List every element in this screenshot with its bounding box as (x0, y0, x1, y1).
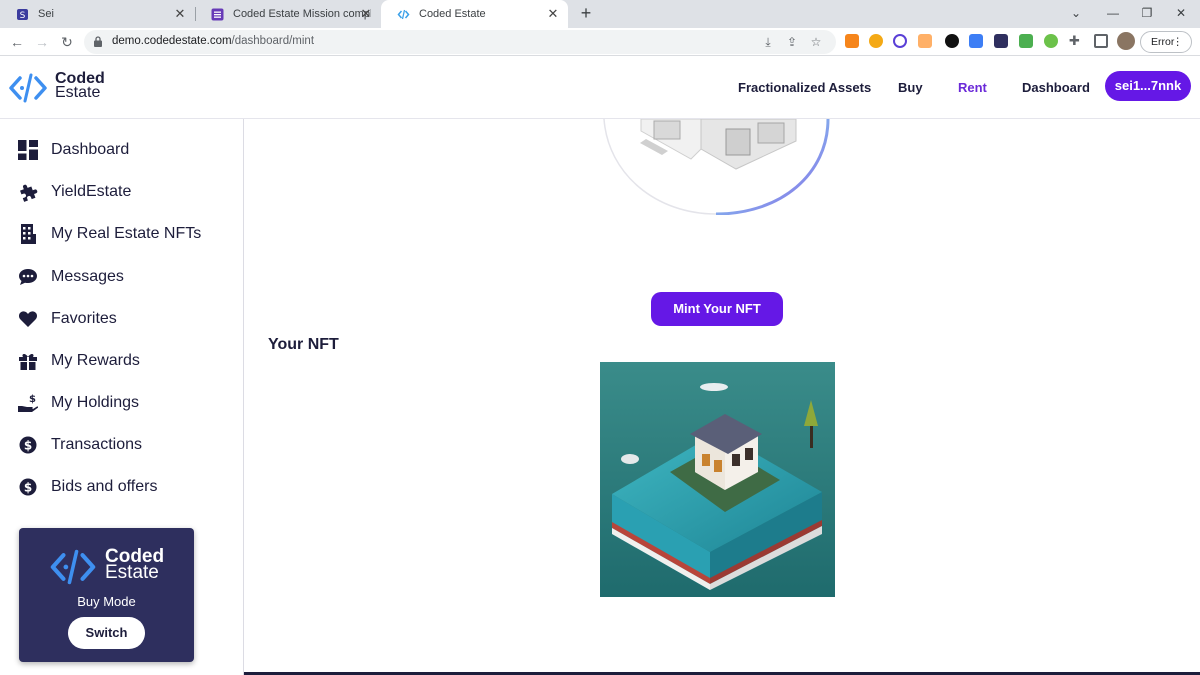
sidebar-item-my-rewards[interactable]: My Rewards (18, 349, 140, 373)
sidebar-item-label: Transactions (51, 436, 142, 453)
browser-tab-mission[interactable]: Coded Estate Mission completion ✕ (195, 0, 381, 28)
share-icon[interactable]: ⇪ (784, 34, 800, 50)
tab-title: Coded Estate Mission completion (233, 8, 371, 20)
forms-favicon-icon (211, 8, 224, 21)
sidebar-item-label: Favorites (51, 310, 117, 327)
hand-dollar-icon: $ (18, 394, 38, 412)
wallet-address-button[interactable]: sei1...7nnk (1105, 71, 1191, 101)
gift-icon (19, 353, 37, 370)
browser-tabstrip: S Sei ✕ Coded Estate Mission completion … (0, 0, 1200, 28)
sidebar-item-label: My Real Estate NFTs (51, 225, 202, 242)
side-panel-icon[interactable] (1094, 34, 1108, 48)
install-app-icon[interactable]: ⤓ (760, 34, 776, 50)
dollar-circle-icon: $ (19, 436, 37, 454)
minimize-icon[interactable]: — (1103, 4, 1123, 22)
profile-avatar[interactable] (1117, 32, 1135, 50)
svg-text:$: $ (29, 394, 36, 405)
url-path: /dashboard/mint (231, 35, 315, 47)
new-tab-button[interactable]: + (575, 3, 597, 25)
svg-text:$: $ (24, 481, 32, 495)
sidebar-item-yieldestate[interactable]: YieldEstate (18, 180, 131, 204)
building-icon (21, 224, 36, 244)
extension-icon[interactable] (918, 34, 932, 48)
forward-arrow-icon[interactable]: → (33, 33, 51, 51)
sidebar-item-my-real-estate-nfts[interactable]: My Real Estate NFTs (18, 222, 201, 246)
code-logo-icon (9, 73, 47, 103)
sidebar-item-messages[interactable]: Messages (18, 265, 124, 289)
svg-text:$: $ (24, 439, 32, 453)
error-button[interactable]: Error ⋮ (1140, 31, 1192, 53)
restore-icon[interactable]: ❐ (1137, 4, 1157, 22)
close-icon[interactable]: ✕ (173, 7, 187, 21)
code-logo-icon (50, 549, 96, 585)
mode-card: Coded Estate Buy Mode Switch (19, 528, 194, 662)
extension-icon[interactable] (945, 34, 959, 48)
sidebar-item-label: Messages (51, 268, 124, 285)
nav-fractionalized-assets[interactable]: Fractionalized Assets (738, 80, 871, 95)
url-domain: demo.codedestate.com (112, 35, 232, 47)
more-menu-icon: ⋮ (1172, 36, 1184, 48)
nav-rent[interactable]: Rent (958, 80, 987, 95)
error-label: Error (1151, 36, 1175, 48)
sidebar-item-bids-and-offers[interactable]: $ Bids and offers (18, 475, 157, 499)
reload-icon[interactable]: ↻ (58, 33, 76, 51)
tab-title: Coded Estate (419, 8, 486, 20)
sidebar-item-label: Bids and offers (51, 478, 158, 495)
extension-icon[interactable] (1044, 34, 1058, 48)
sidebar-item-label: My Rewards (51, 352, 140, 369)
dashboard-grid-icon (18, 140, 38, 160)
extension-icon[interactable] (1019, 34, 1033, 48)
nft-image[interactable] (600, 362, 835, 597)
url-text: demo.codedestate.com/dashboard/mint (112, 35, 314, 47)
browser-tab-coded-estate[interactable]: Coded Estate ✕ (381, 0, 568, 28)
sidebar-item-favorites[interactable]: Favorites (18, 307, 117, 331)
tab-title: Sei (38, 8, 54, 20)
sidebar-item-my-holdings[interactable]: $ My Holdings (18, 391, 139, 415)
bookmark-star-icon[interactable]: ☆ (808, 34, 824, 50)
svg-text:S: S (20, 11, 26, 21)
sei-favicon-icon: S (16, 8, 29, 21)
address-bar[interactable]: demo.codedestate.com/dashboard/mint ⤓ ⇪ … (84, 30, 836, 54)
heart-icon (18, 311, 38, 327)
mint-nft-button[interactable]: Mint Your NFT (651, 292, 783, 326)
nav-buy[interactable]: Buy (898, 80, 923, 95)
close-window-icon[interactable]: ✕ (1171, 4, 1191, 22)
mode-card-logo: Coded Estate (48, 547, 168, 588)
mode-logo-line2: Estate (105, 562, 159, 583)
brand-line2: Estate (55, 84, 101, 101)
dollar-circle-icon: $ (19, 478, 37, 496)
extension-icon[interactable] (869, 34, 883, 48)
close-icon[interactable]: ✕ (546, 7, 560, 21)
extension-icon[interactable] (994, 34, 1008, 48)
brand-logo[interactable]: Coded Estate (9, 71, 119, 104)
browser-tab-sei[interactable]: S Sei ✕ (0, 0, 195, 28)
extension-icon[interactable] (893, 34, 907, 48)
coded-estate-favicon-icon (397, 8, 410, 21)
sidebar-item-dashboard[interactable]: Dashboard (18, 138, 129, 162)
sidebar-item-label: YieldEstate (51, 183, 132, 200)
lock-icon (94, 36, 102, 47)
mode-label: Buy Mode (77, 594, 136, 609)
metamask-extension-icon[interactable] (845, 34, 859, 48)
back-arrow-icon[interactable]: ← (8, 33, 26, 51)
puzzle-extensions-icon[interactable]: ✚ (1069, 34, 1083, 48)
close-icon[interactable]: ✕ (359, 7, 373, 21)
chat-icon (19, 269, 37, 285)
hero-house-illustration (596, 119, 836, 215)
sidebar: Dashboard YieldEstate My Real Estate NFT… (0, 119, 244, 675)
extension-icon[interactable] (969, 34, 983, 48)
sidebar-item-label: My Holdings (51, 394, 140, 411)
sidebar-item-label: Dashboard (51, 141, 130, 158)
site-header: Coded Estate Fractionalized Assets Buy R… (0, 57, 1200, 119)
tab-search-icon[interactable]: ⌄ (1066, 4, 1086, 22)
your-nft-heading: Your NFT (268, 336, 339, 353)
switch-mode-button[interactable]: Switch (68, 617, 145, 649)
puzzle-icon (20, 184, 38, 202)
nav-dashboard[interactable]: Dashboard (1022, 80, 1090, 95)
sidebar-item-transactions[interactable]: $ Transactions (18, 433, 142, 457)
